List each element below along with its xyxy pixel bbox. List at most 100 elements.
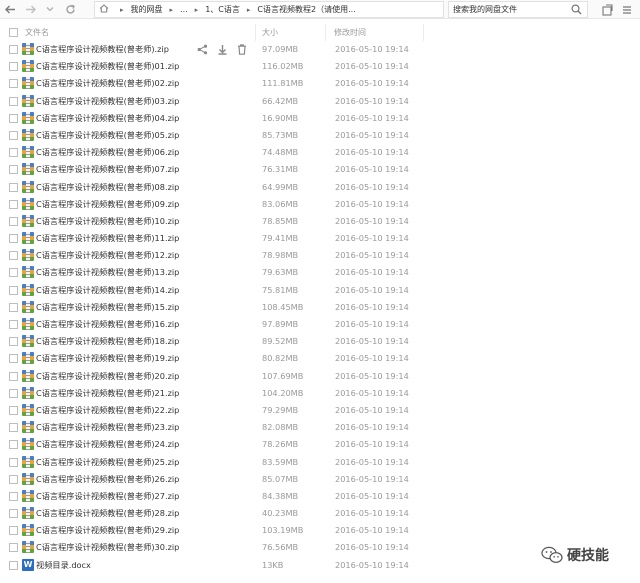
- table-row[interactable]: C语言程序设计视频教程(曾老师)07.zip 76.31MB 2016-05-10 …: [0, 161, 640, 178]
- share-icon[interactable]: [196, 43, 208, 55]
- home-icon[interactable]: [99, 3, 109, 16]
- table-row[interactable]: C语言程序设计视频教程(曾老师)04.zip 16.90MB 2016-05-10 …: [0, 110, 640, 127]
- table-row[interactable]: C语言程序设计视频教程(曾老师)19.zip 80.82MB 2016-05-10 …: [0, 350, 640, 367]
- breadcrumb-item-my-disk[interactable]: 我的网盘: [131, 4, 163, 15]
- row-checkbox[interactable]: [9, 268, 18, 278]
- file-name[interactable]: 视频目录.docx: [36, 557, 91, 574]
- row-checkbox[interactable]: [9, 440, 18, 450]
- row-checkbox[interactable]: [9, 543, 18, 553]
- file-name[interactable]: C语言程序设计视频教程(曾老师)04.zip: [36, 110, 179, 127]
- column-header-time[interactable]: 修改时间: [326, 24, 424, 41]
- column-header-size[interactable]: 大小: [256, 24, 326, 41]
- file-name[interactable]: C语言程序设计视频教程(曾老师)28.zip: [36, 505, 179, 522]
- breadcrumb-item-current[interactable]: C语言视频教程2（请使用...: [257, 4, 355, 15]
- file-name[interactable]: C语言程序设计视频教程(曾老师)03.zip: [36, 93, 179, 110]
- file-name[interactable]: C语言程序设计视频教程(曾老师)02.zip: [36, 75, 179, 92]
- forward-arrow-icon[interactable]: [20, 0, 40, 19]
- table-row[interactable]: C语言程序设计视频教程(曾老师)13.zip 79.63MB 2016-05-10 …: [0, 264, 640, 281]
- file-name[interactable]: C语言程序设计视频教程(曾老师)21.zip: [36, 385, 179, 402]
- row-checkbox[interactable]: [9, 199, 18, 209]
- row-checkbox[interactable]: [9, 234, 18, 244]
- table-row[interactable]: C语言程序设计视频教程(曾老师)23.zip 82.08MB 2016-05-10 …: [0, 419, 640, 436]
- file-name[interactable]: C语言程序设计视频教程(曾老师)11.zip: [36, 230, 179, 247]
- back-arrow-icon[interactable]: [0, 0, 20, 19]
- row-checkbox[interactable]: [9, 491, 18, 501]
- file-name[interactable]: C语言程序设计视频教程(曾老师)12.zip: [36, 247, 179, 264]
- row-checkbox[interactable]: [9, 526, 18, 536]
- table-row[interactable]: C语言程序设计视频教程(曾老师)03.zip 66.42MB 2016-05-10 …: [0, 93, 640, 110]
- row-checkbox[interactable]: [9, 302, 18, 312]
- table-row[interactable]: C语言程序设计视频教程(曾老师)22.zip 79.29MB 2016-05-10 …: [0, 402, 640, 419]
- row-checkbox[interactable]: [9, 509, 18, 519]
- file-name[interactable]: C语言程序设计视频教程(曾老师)27.zip: [36, 488, 179, 505]
- table-row[interactable]: C语言程序设计视频教程(曾老师)27.zip 84.38MB 2016-05-10 …: [0, 488, 640, 505]
- search-icon[interactable]: [571, 4, 582, 15]
- table-row[interactable]: C语言程序设计视频教程(曾老师)24.zip 78.26MB 2016-05-10 …: [0, 436, 640, 453]
- delete-icon[interactable]: [236, 43, 248, 55]
- row-checkbox[interactable]: [9, 182, 18, 192]
- table-row[interactable]: C语言程序设计视频教程(曾老师)21.zip 104.20MB 2016-05-10…: [0, 385, 640, 402]
- row-checkbox[interactable]: [9, 320, 18, 329]
- file-name[interactable]: C语言程序设计视频教程(曾老师)18.zip: [36, 333, 179, 350]
- file-name[interactable]: C语言程序设计视频教程(曾老师)19.zip: [36, 350, 179, 367]
- row-checkbox[interactable]: [9, 457, 18, 467]
- row-checkbox[interactable]: [9, 285, 18, 295]
- row-checkbox[interactable]: [9, 405, 18, 415]
- row-checkbox[interactable]: [9, 130, 18, 140]
- file-name[interactable]: C语言程序设计视频教程(曾老师)06.zip: [36, 144, 179, 161]
- table-row[interactable]: C语言程序设计视频教程(曾老师)02.zip 111.81MB 2016-05-10…: [0, 75, 640, 92]
- row-checkbox[interactable]: [9, 560, 18, 570]
- chevron-down-icon[interactable]: [40, 0, 60, 19]
- file-name[interactable]: C语言程序设计视频教程(曾老师)30.zip: [36, 539, 179, 556]
- file-name[interactable]: C语言程序设计视频教程(曾老师)22.zip: [36, 402, 179, 419]
- column-header-name[interactable]: 文件名: [0, 24, 256, 41]
- table-row[interactable]: C语言程序设计视频教程(曾老师)20.zip 107.69MB 2016-05-10…: [0, 368, 640, 385]
- table-row[interactable]: C语言程序设计视频教程(曾老师)28.zip 40.23MB 2016-05-10 …: [0, 505, 640, 522]
- row-checkbox[interactable]: [9, 165, 18, 175]
- file-name[interactable]: C语言程序设计视频教程(曾老师)13.zip: [36, 264, 179, 281]
- row-checkbox[interactable]: [9, 337, 18, 347]
- upload-list-icon[interactable]: [600, 2, 614, 17]
- breadcrumb-item-ellipsis[interactable]: ...: [180, 5, 188, 14]
- file-name[interactable]: C语言程序设计视频教程(曾老师)20.zip: [36, 368, 179, 385]
- file-name[interactable]: C语言程序设计视频教程(曾老师)23.zip: [36, 419, 179, 436]
- row-checkbox[interactable]: [9, 371, 18, 381]
- file-name[interactable]: C语言程序设计视频教程(曾老师)15.zip: [36, 299, 179, 316]
- table-row[interactable]: C语言程序设计视频教程(曾老师)16.zip 97.89MB 2016-05-10 …: [0, 316, 640, 333]
- file-name[interactable]: C语言程序设计视频教程(曾老师)16.zip: [36, 316, 179, 333]
- breadcrumb-item-c-language[interactable]: 1、C语言: [205, 4, 240, 15]
- table-row[interactable]: C语言程序设计视频教程(曾老师)09.zip 83.06MB 2016-05-10 …: [0, 196, 640, 213]
- table-row[interactable]: C语言程序设计视频教程(曾老师)05.zip 85.73MB 2016-05-10 …: [0, 127, 640, 144]
- table-row[interactable]: C语言程序设计视频教程(曾老师)29.zip 103.19MB 2016-05-10…: [0, 522, 640, 539]
- file-name[interactable]: C语言程序设计视频教程(曾老师)07.zip: [36, 161, 179, 178]
- row-checkbox[interactable]: [9, 354, 18, 364]
- row-checkbox[interactable]: [9, 79, 18, 89]
- table-row[interactable]: C语言程序设计视频教程(曾老师)15.zip 108.45MB 2016-05-10…: [0, 299, 640, 316]
- row-checkbox[interactable]: [9, 216, 18, 226]
- row-checkbox[interactable]: [9, 45, 18, 54]
- file-name[interactable]: C语言程序设计视频教程(曾老师)14.zip: [36, 282, 179, 299]
- search-input[interactable]: 搜索我的网盘文件: [448, 1, 588, 18]
- row-checkbox[interactable]: [9, 62, 18, 72]
- table-row[interactable]: C语言程序设计视频教程(曾老师)14.zip 75.81MB 2016-05-10 …: [0, 282, 640, 299]
- row-checkbox[interactable]: [9, 388, 18, 398]
- table-row[interactable]: C语言程序设计视频教程(曾老师)01.zip 116.02MB 2016-05-10…: [0, 58, 640, 75]
- file-name[interactable]: C语言程序设计视频教程(曾老师)24.zip: [36, 436, 179, 453]
- row-checkbox[interactable]: [9, 113, 18, 123]
- table-row[interactable]: C语言程序设计视频教程(曾老师)06.zip 74.48MB 2016-05-10 …: [0, 144, 640, 161]
- table-row[interactable]: C语言程序设计视频教程(曾老师)10.zip 78.85MB 2016-05-10 …: [0, 213, 640, 230]
- row-checkbox[interactable]: [9, 96, 18, 106]
- row-checkbox[interactable]: [9, 474, 18, 484]
- table-row[interactable]: C语言程序设计视频教程(曾老师)26.zip 85.07MB 2016-05-10 …: [0, 471, 640, 488]
- menu-grid-icon[interactable]: [620, 2, 634, 17]
- row-checkbox[interactable]: [9, 148, 18, 158]
- download-icon[interactable]: [216, 43, 228, 55]
- row-checkbox[interactable]: [9, 423, 18, 433]
- file-name[interactable]: C语言程序设计视频教程(曾老师)29.zip: [36, 522, 179, 539]
- select-all-checkbox[interactable]: [9, 28, 18, 37]
- row-checkbox[interactable]: [9, 251, 18, 261]
- table-row[interactable]: C语言程序设计视频教程(曾老师)08.zip 64.99MB 2016-05-10 …: [0, 179, 640, 196]
- file-name[interactable]: C语言程序设计视频教程(曾老师).zip: [36, 41, 169, 58]
- file-name[interactable]: C语言程序设计视频教程(曾老师)26.zip: [36, 471, 179, 488]
- refresh-icon[interactable]: [60, 0, 80, 19]
